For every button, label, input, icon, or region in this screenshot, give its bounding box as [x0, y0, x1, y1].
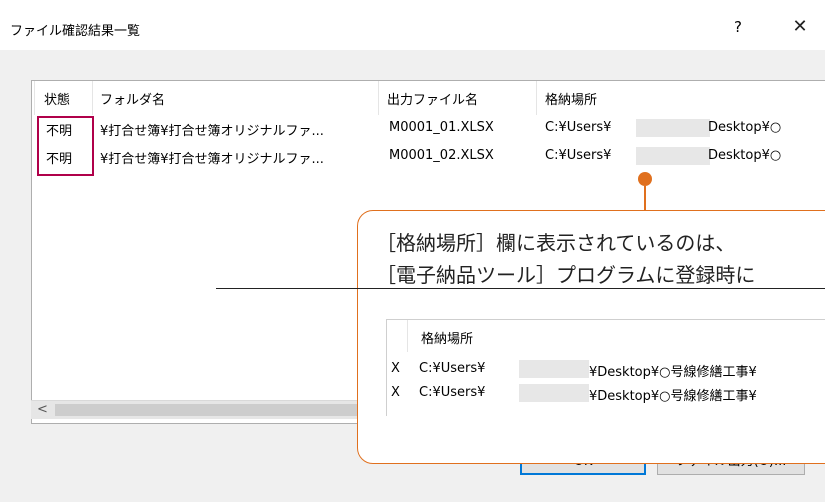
column-separator [407, 320, 408, 352]
excerpt-header-location: 格納場所 [421, 332, 474, 347]
title-bar: ファイル確認結果一覧 ? ✕ [0, 0, 825, 50]
redacted-username [519, 360, 589, 378]
callout-underline [216, 288, 825, 289]
excerpt-row-mark: X [391, 361, 400, 376]
folder-cell: ¥打合せ簿¥打合せ簿オリジナルファ... [100, 124, 324, 139]
dialog-title: ファイル確認結果一覧 [10, 24, 141, 39]
help-button[interactable]: ? [728, 18, 748, 36]
annotation-callout: ［格納場所］欄に表示されているのは、 ［電子納品ツール］プログラムに登録時に 格… [216, 210, 825, 464]
column-header-status[interactable]: 状態 [44, 89, 70, 108]
column-separator[interactable] [536, 81, 537, 115]
table-row[interactable]: 不明 ¥打合せ簿¥打合せ簿オリジナルファ... M0001_01.XLSX C:… [32, 117, 825, 139]
column-separator[interactable] [378, 81, 379, 115]
redacted-username [519, 384, 589, 402]
excerpt-row: X C:¥Users¥ ¥Desktop¥○号線修繕工事¥ [387, 358, 825, 380]
column-separator[interactable] [92, 81, 93, 115]
status-highlight-box [37, 116, 94, 176]
callout-pointer-dot [638, 172, 652, 186]
callout-location-excerpt: 格納場所 X C:¥Users¥ ¥Desktop¥○号線修繕工事¥ X C:¥… [386, 319, 825, 416]
folder-cell: ¥打合せ簿¥打合せ簿オリジナルファ... [100, 152, 324, 167]
location-suffix: Desktop¥○ [708, 148, 782, 163]
file-check-dialog: ファイル確認結果一覧 ? ✕ 状態 フォルダ名 出力ファイル名 格納場所 不明 … [0, 0, 825, 502]
column-header-folder[interactable]: フォルダ名 [100, 89, 165, 108]
output-file-cell: M0001_02.XLSX [389, 148, 494, 163]
location-prefix: C:¥Users¥ [545, 148, 612, 163]
redacted-username [636, 119, 710, 137]
column-header-output-file[interactable]: 出力ファイル名 [387, 89, 478, 108]
close-button[interactable]: ✕ [789, 16, 811, 37]
excerpt-location-suffix: ¥Desktop¥○号線修繕工事¥ [589, 389, 757, 404]
scrollbar-thumb[interactable] [55, 404, 371, 416]
scroll-left-arrow[interactable]: < [37, 402, 48, 417]
excerpt-location-suffix: ¥Desktop¥○号線修繕工事¥ [589, 365, 757, 380]
column-separator[interactable] [34, 81, 35, 115]
excerpt-location-prefix: C:¥Users¥ [419, 361, 486, 376]
output-file-cell: M0001_01.XLSX [389, 120, 494, 135]
location-suffix: Desktop¥○ [708, 120, 782, 135]
callout-connector [644, 186, 646, 212]
callout-text-line1: ［格納場所］欄に表示されているのは、 [376, 231, 736, 255]
excerpt-row: X C:¥Users¥ ¥Desktop¥○号線修繕工事¥ [387, 382, 825, 404]
redacted-username [636, 147, 710, 165]
location-prefix: C:¥Users¥ [545, 120, 612, 135]
list-header: 状態 フォルダ名 出力ファイル名 格納場所 [32, 81, 825, 115]
horizontal-scrollbar[interactable]: < [31, 400, 371, 419]
excerpt-location-prefix: C:¥Users¥ [419, 385, 486, 400]
column-header-location[interactable]: 格納場所 [545, 89, 597, 108]
excerpt-row-mark: X [391, 385, 400, 400]
table-row[interactable]: 不明 ¥打合せ簿¥打合せ簿オリジナルファ... M0001_02.XLSX C:… [32, 145, 825, 167]
callout-text-line2: ［電子納品ツール］プログラムに登録時に [376, 263, 756, 287]
